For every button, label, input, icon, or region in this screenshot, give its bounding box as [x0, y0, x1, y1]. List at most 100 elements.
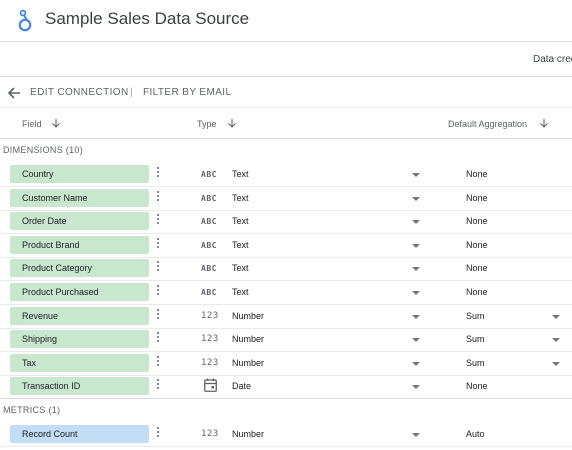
- app-header: Sample Sales Data Source: [0, 0, 572, 42]
- text-type-icon: ABC: [201, 240, 217, 250]
- dropdown-caret-icon: [552, 338, 560, 343]
- type-dropdown[interactable]: Text: [232, 212, 424, 230]
- field-name: Product Purchased: [22, 287, 99, 297]
- aggregation-dropdown[interactable]: Sum: [466, 354, 566, 372]
- dimension-chip[interactable]: Customer Name: [10, 188, 149, 207]
- edit-connection-button[interactable]: EDIT CONNECTION: [30, 87, 129, 98]
- type-value: Number: [232, 334, 265, 345]
- sort-arrow-down-icon[interactable]: [539, 118, 549, 129]
- field-name: Order Date: [22, 216, 67, 227]
- more-vert-icon[interactable]: [155, 261, 161, 275]
- dimension-chip[interactable]: Revenue: [10, 306, 149, 325]
- more-vert-icon[interactable]: [155, 167, 161, 181]
- aggregation-dropdown: None: [466, 259, 566, 277]
- type-value: Number: [232, 429, 265, 439]
- back-arrow-icon[interactable]: [7, 86, 21, 100]
- dropdown-caret-icon: [552, 314, 560, 319]
- field-name: Product Brand: [22, 239, 80, 250]
- text-type-icon: ABC: [201, 264, 217, 274]
- aggregation-value: Auto: [466, 429, 485, 439]
- aggregation-dropdown: None: [466, 283, 566, 301]
- field-row: Product Category ABC Text None: [0, 256, 572, 282]
- column-header-default-aggregation[interactable]: Default Aggregation: [448, 119, 527, 129]
- dropdown-caret-icon: [412, 361, 420, 366]
- aggregation-value: None: [466, 192, 488, 203]
- dimension-chip[interactable]: Transaction ID: [10, 377, 149, 396]
- dimension-chip[interactable]: Tax: [10, 353, 149, 372]
- dropdown-caret-icon: [412, 338, 420, 343]
- dimension-chip[interactable]: Product Category: [10, 259, 149, 278]
- dimension-chip[interactable]: Order Date: [10, 212, 149, 231]
- more-vert-icon[interactable]: [155, 332, 161, 346]
- type-value: Number: [232, 310, 265, 321]
- type-dropdown[interactable]: Number: [232, 354, 424, 372]
- more-vert-icon[interactable]: [155, 308, 161, 323]
- type-dropdown[interactable]: Text: [232, 189, 424, 207]
- number-type-icon: 123: [201, 334, 219, 345]
- sort-arrow-down-icon[interactable]: [227, 118, 237, 129]
- filter-by-email-button[interactable]: FILTER BY EMAIL: [143, 87, 231, 98]
- aggregation-dropdown: None: [466, 212, 566, 230]
- field-row: Country ABC Text None: [0, 162, 572, 187]
- section-divider: [0, 398, 572, 399]
- aggregation-dropdown[interactable]: Sum: [466, 307, 566, 325]
- field-table-header: Field Type Default Aggregation: [0, 109, 572, 139]
- text-type-icon: ABC: [201, 170, 217, 179]
- field-name: Record Count: [22, 429, 78, 439]
- data-credentials-link[interactable]: Data cred: [533, 54, 572, 65]
- dimensions-section-header: DIMENSIONS (10): [3, 145, 84, 155]
- type-dropdown[interactable]: Text: [232, 283, 424, 301]
- metrics-section-header: METRICS (1): [3, 405, 61, 415]
- dropdown-caret-icon: [412, 291, 420, 295]
- type-dropdown[interactable]: Text: [232, 259, 424, 277]
- type-value: Number: [232, 357, 265, 368]
- type-dropdown[interactable]: Date: [232, 377, 424, 395]
- field-row: Record Count 123 Number Auto: [0, 422, 572, 447]
- sort-arrow-down-icon[interactable]: [51, 118, 61, 129]
- type-value: Text: [232, 263, 249, 274]
- column-header-type[interactable]: Type: [197, 119, 217, 129]
- field-row: Product Brand ABC Text None: [0, 233, 572, 258]
- aggregation-dropdown: None: [466, 165, 566, 183]
- aggregation-dropdown[interactable]: Sum: [466, 330, 566, 348]
- number-type-icon: 123: [201, 429, 219, 439]
- field-name: Product Category: [22, 263, 93, 274]
- dropdown-caret-icon: [412, 433, 420, 437]
- aggregation-dropdown: None: [466, 189, 566, 207]
- type-value: Text: [232, 192, 249, 203]
- aggregation-dropdown: None: [466, 377, 566, 395]
- dimension-chip[interactable]: Shipping: [10, 330, 149, 349]
- field-row: Tax 123 Number Sum: [0, 351, 572, 376]
- more-vert-icon[interactable]: [155, 427, 161, 441]
- more-vert-icon[interactable]: [155, 237, 161, 252]
- more-vert-icon[interactable]: [155, 190, 161, 205]
- data-source-title[interactable]: Sample Sales Data Source: [45, 9, 249, 29]
- aggregation-value: None: [466, 381, 488, 392]
- type-dropdown[interactable]: Text: [232, 165, 424, 183]
- more-vert-icon[interactable]: [155, 285, 161, 299]
- type-value: Date: [232, 381, 252, 392]
- type-dropdown[interactable]: Number: [232, 425, 424, 443]
- column-header-field[interactable]: Field: [22, 119, 42, 129]
- metric-chip[interactable]: Record Count: [10, 425, 149, 443]
- dropdown-caret-icon: [412, 173, 420, 177]
- type-dropdown[interactable]: Text: [232, 236, 424, 254]
- calendar-icon: [204, 378, 217, 393]
- connection-toolbar: EDIT CONNECTION | FILTER BY EMAIL: [0, 78, 572, 108]
- type-dropdown[interactable]: Number: [232, 330, 424, 348]
- field-row: Product Purchased ABC Text None: [0, 280, 572, 305]
- dimension-chip[interactable]: Country: [10, 165, 149, 183]
- row-divider: [0, 446, 572, 447]
- number-type-icon: 123: [201, 310, 219, 321]
- more-vert-icon[interactable]: [155, 355, 161, 370]
- type-dropdown[interactable]: Number: [232, 307, 424, 325]
- field-row: Order Date ABC Text None: [0, 209, 572, 235]
- more-vert-icon[interactable]: [155, 214, 161, 228]
- dropdown-caret-icon: [412, 385, 420, 390]
- type-value: Text: [232, 169, 249, 179]
- dimension-chip[interactable]: Product Purchased: [10, 283, 149, 301]
- dimension-chip[interactable]: Product Brand: [10, 235, 149, 254]
- more-vert-icon[interactable]: [155, 379, 161, 393]
- dropdown-caret-icon: [412, 196, 420, 201]
- field-name: Transaction ID: [22, 381, 81, 392]
